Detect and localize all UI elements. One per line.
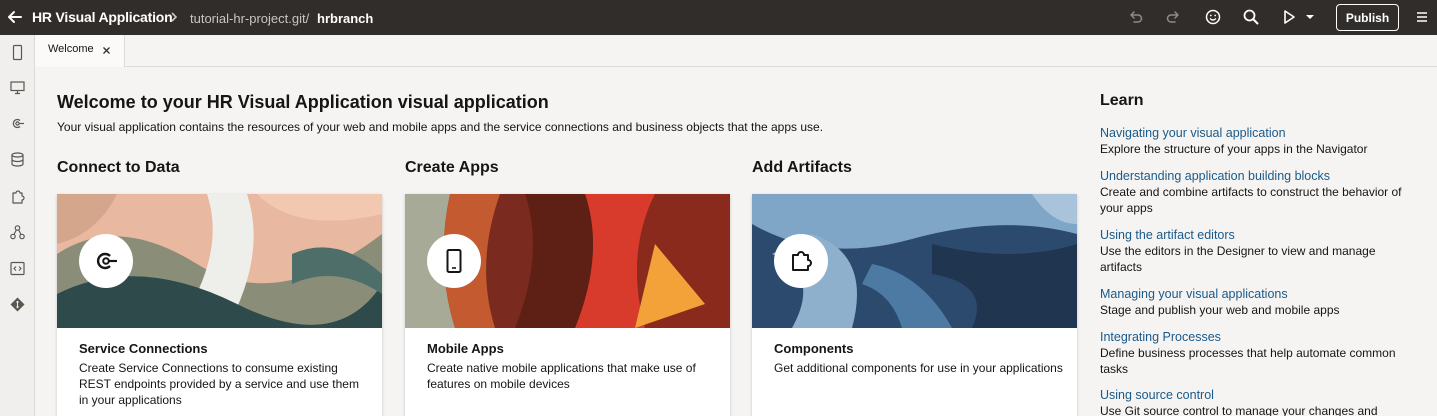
learn-item: Integrating Processes Define business pr… [1100, 329, 1420, 377]
editor-tabs: Welcome [35, 35, 1437, 67]
card-description: Create Service Connections to consume ex… [79, 361, 359, 407]
breadcrumb-branch[interactable]: hrbranch [317, 11, 373, 26]
app-title[interactable]: HR Visual Application [32, 9, 173, 25]
page-title: Welcome to your HR Visual Application vi… [57, 92, 549, 112]
card-icon-badge [79, 234, 133, 288]
redo-icon[interactable] [1165, 8, 1183, 26]
learn-item: Using the artifact editors Use the edito… [1100, 227, 1420, 275]
learn-link[interactable]: Using the artifact editors [1100, 227, 1420, 243]
learn-description: Define business processes that help auto… [1100, 346, 1396, 376]
learn-description: Explore the structure of your apps in th… [1100, 142, 1368, 156]
menu-icon[interactable] [1413, 8, 1431, 26]
card-icon-badge [774, 234, 828, 288]
card-title: Service Connections [79, 341, 208, 356]
learn-link[interactable]: Integrating Processes [1100, 329, 1420, 345]
card-title: Components [774, 341, 854, 356]
learn-heading: Learn [1100, 92, 1144, 109]
breadcrumb-repo[interactable]: tutorial-hr-project.git/ [190, 11, 309, 26]
learn-description: Use Git source control to manage your ch… [1100, 404, 1378, 416]
git-icon[interactable] [9, 296, 26, 313]
learn-description: Create and combine artifacts to construc… [1100, 185, 1402, 215]
section-heading-artifacts: Add Artifacts [752, 159, 852, 176]
undo-icon[interactable] [1126, 8, 1144, 26]
learn-description: Use the editors in the Designer to view … [1100, 244, 1376, 274]
processes-icon[interactable] [9, 224, 26, 241]
mobile-icon [446, 249, 462, 273]
components-card[interactable]: Components Get additional components for… [752, 194, 1077, 416]
learn-item: Using source control Use Git source cont… [1100, 387, 1420, 416]
card-description: Get additional components for use in you… [774, 361, 1063, 375]
learn-link[interactable]: Managing your visual applications [1100, 286, 1420, 302]
close-icon[interactable] [101, 45, 112, 56]
section-heading-connect: Connect to Data [57, 159, 180, 176]
components-icon [792, 251, 812, 271]
tab-label: Welcome [48, 43, 94, 55]
publish-button[interactable]: Publish [1336, 4, 1399, 31]
components-icon[interactable] [9, 188, 26, 205]
learn-item: Managing your visual applications Stage … [1100, 286, 1420, 318]
feedback-smiley-icon[interactable] [1204, 8, 1222, 26]
card-icon-badge [427, 234, 481, 288]
tab-welcome[interactable]: Welcome [35, 35, 125, 67]
navigator-rail [0, 35, 35, 416]
learn-description: Stage and publish your web and mobile ap… [1100, 303, 1340, 317]
page-description: Your visual application contains the res… [57, 120, 824, 134]
business-objects-icon[interactable] [9, 151, 26, 168]
learn-link[interactable]: Navigating your visual application [1100, 125, 1420, 141]
search-icon[interactable] [1242, 8, 1260, 26]
section-heading-create: Create Apps [405, 159, 499, 176]
learn-item: Understanding application building block… [1100, 168, 1420, 216]
mobile-apps-card[interactable]: Mobile Apps Create native mobile applica… [405, 194, 730, 416]
learn-link[interactable]: Using source control [1100, 387, 1420, 403]
chevron-down-icon[interactable] [1301, 8, 1319, 26]
source-icon[interactable] [9, 260, 26, 277]
card-title: Mobile Apps [427, 341, 504, 356]
service-connection-icon [96, 252, 117, 270]
learn-link[interactable]: Understanding application building block… [1100, 168, 1420, 184]
mobile-icon[interactable] [9, 44, 26, 61]
run-play-icon[interactable] [1280, 8, 1298, 26]
card-description: Create native mobile applications that m… [427, 361, 696, 391]
desktop-icon[interactable] [9, 79, 26, 96]
service-connection-icon[interactable] [9, 115, 26, 132]
back-arrow-icon[interactable] [6, 8, 24, 26]
chevron-right-icon [171, 12, 178, 22]
learn-item: Navigating your visual application Explo… [1100, 125, 1420, 157]
service-connections-card[interactable]: Service Connections Create Service Conne… [57, 194, 382, 416]
app-header: HR Visual Application tutorial-hr-projec… [0, 0, 1437, 35]
